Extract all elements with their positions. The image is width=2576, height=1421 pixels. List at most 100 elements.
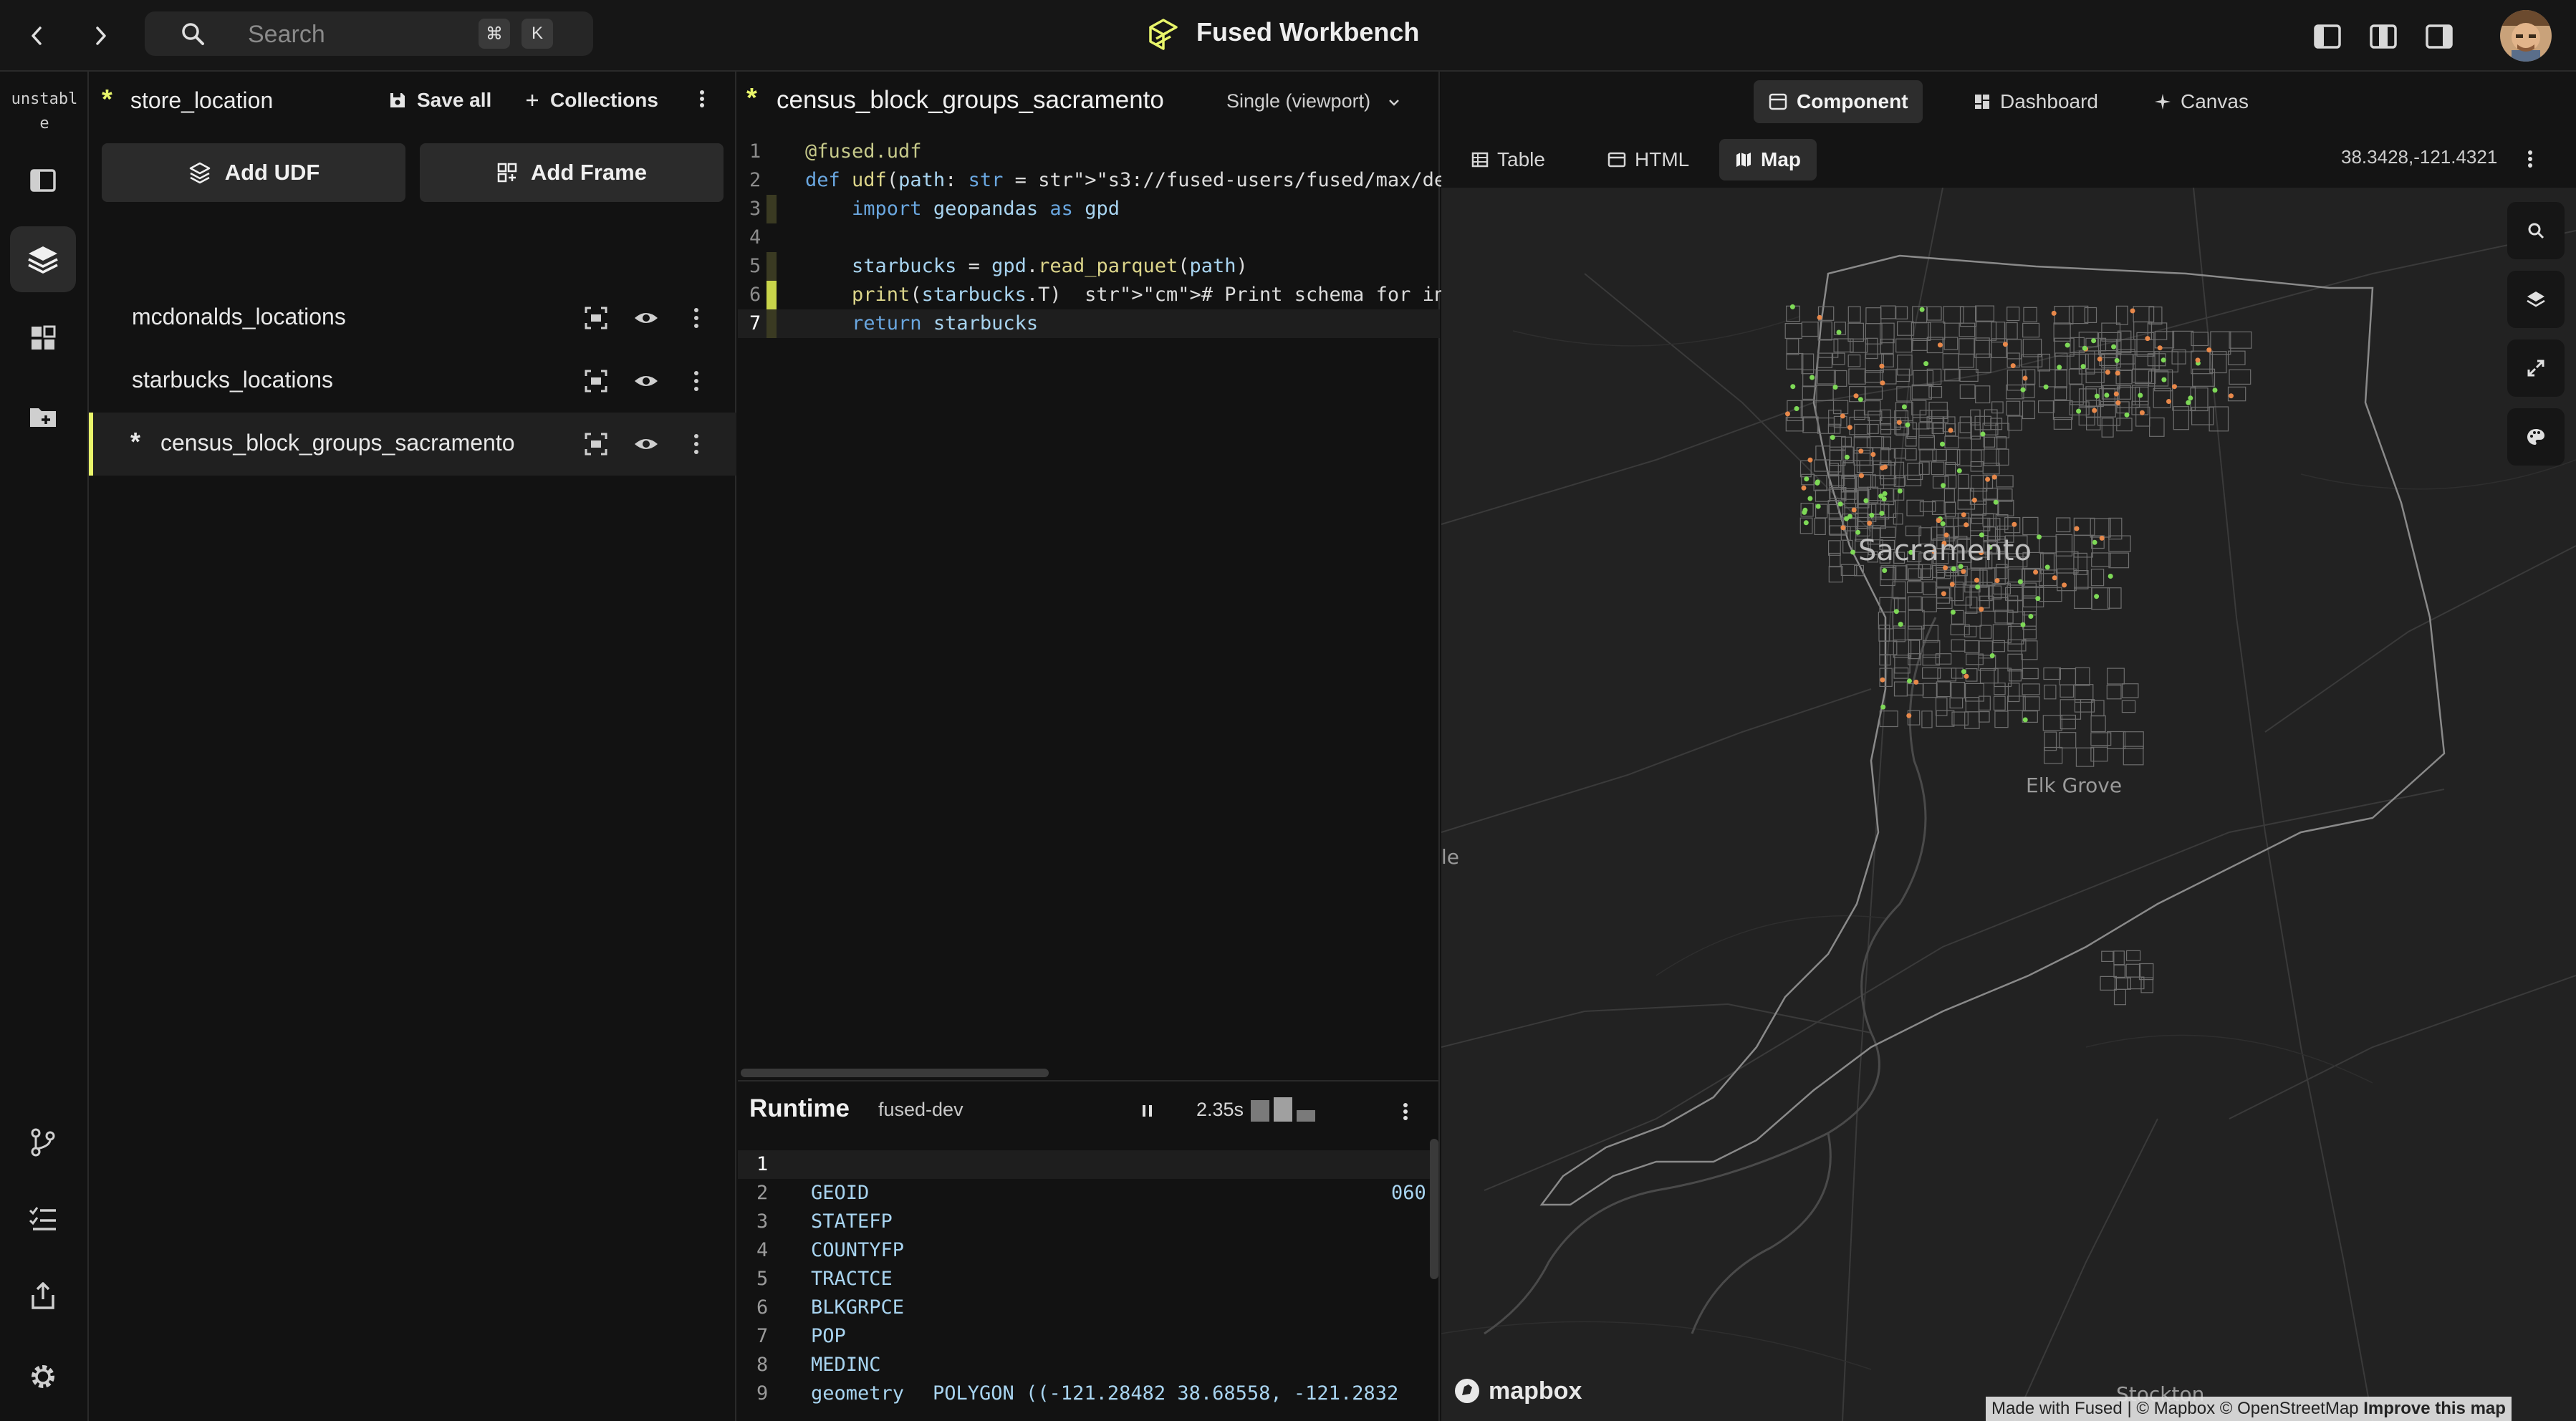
store-point[interactable] [2012, 521, 2017, 527]
tab-canvas[interactable]: Canvas [2139, 80, 2263, 123]
store-point[interactable] [2145, 336, 2150, 342]
store-point[interactable] [2020, 622, 2026, 627]
store-point[interactable] [1961, 669, 1966, 675]
store-point[interactable] [1840, 525, 1846, 531]
more-vertical-icon[interactable] [1401, 1102, 1410, 1122]
store-point[interactable] [1964, 522, 1969, 528]
store-point[interactable] [2057, 365, 2062, 370]
store-point[interactable] [2043, 384, 2049, 390]
store-point[interactable] [2111, 344, 2117, 350]
rail-share-button[interactable] [10, 1263, 76, 1329]
store-point[interactable] [1810, 375, 1815, 380]
store-point[interactable] [1801, 485, 1807, 491]
store-point[interactable] [1815, 504, 1821, 509]
store-point[interactable] [1858, 448, 1864, 454]
store-point[interactable] [1847, 425, 1852, 430]
store-point[interactable] [2166, 399, 2171, 404]
toggle-center-panel-button[interactable] [2367, 20, 2400, 53]
store-point[interactable] [1964, 673, 1969, 679]
store-point[interactable] [1844, 454, 1850, 460]
store-point[interactable] [1790, 384, 1796, 390]
toggle-right-panel-button[interactable] [2423, 20, 2456, 53]
code-line[interactable]: 1 @fused.udf [738, 138, 1440, 166]
store-point[interactable] [1830, 435, 1835, 440]
store-point[interactable] [2115, 370, 2120, 376]
store-point[interactable] [1880, 465, 1885, 471]
rail-code-editor-button[interactable] [10, 148, 76, 213]
store-point[interactable] [1851, 507, 1857, 513]
store-point[interactable] [1807, 457, 1813, 463]
store-point[interactable] [2105, 370, 2110, 375]
store-point[interactable] [1815, 480, 1820, 486]
store-point[interactable] [1867, 520, 1873, 526]
store-point[interactable] [1941, 483, 1946, 488]
store-point[interactable] [2082, 345, 2087, 351]
store-point[interactable] [1941, 591, 1946, 597]
store-point[interactable] [1923, 361, 1929, 367]
store-point[interactable] [1907, 678, 1912, 684]
store-point[interactable] [2188, 395, 2193, 401]
store-point[interactable] [2028, 614, 2034, 619]
collection-name[interactable]: store_location [130, 87, 273, 114]
store-point[interactable] [2172, 384, 2177, 390]
store-point[interactable] [2037, 534, 2042, 540]
output-scrollbar[interactable] [1430, 1139, 1438, 1279]
attribution-improve[interactable]: Improve this map [2363, 1399, 2506, 1418]
back-button[interactable] [17, 16, 57, 56]
code-line[interactable]: 2 def udf(path: str = str">"s3://fused-us… [738, 166, 1469, 195]
store-point[interactable] [2080, 364, 2086, 370]
tab-dashboard[interactable]: Dashboard [1959, 80, 2113, 123]
more-vertical-icon[interactable] [683, 368, 709, 394]
store-point[interactable] [2130, 308, 2135, 314]
toggle-left-panel-button[interactable] [2311, 20, 2344, 53]
store-point[interactable] [1863, 498, 1869, 504]
store-point[interactable] [1937, 342, 1943, 348]
store-point[interactable] [1949, 582, 1955, 587]
store-point[interactable] [2033, 569, 2039, 575]
tab-map[interactable]: Map [1719, 139, 1817, 180]
store-point[interactable] [1975, 584, 1981, 589]
store-point[interactable] [2017, 579, 2023, 584]
store-point[interactable] [1950, 610, 1956, 615]
store-point[interactable] [1880, 380, 1885, 386]
eye-icon[interactable] [633, 305, 659, 331]
store-point[interactable] [1961, 569, 1966, 574]
map-search-button[interactable] [2507, 202, 2565, 259]
store-point[interactable] [2097, 356, 2102, 362]
store-point[interactable] [2044, 564, 2050, 570]
store-point[interactable] [2035, 596, 2041, 602]
store-point[interactable] [1893, 609, 1899, 615]
store-point[interactable] [2139, 410, 2145, 415]
rail-settings-button[interactable] [10, 1344, 76, 1410]
store-point[interactable] [2062, 582, 2067, 588]
store-point[interactable] [1804, 476, 1810, 482]
runtime-environment[interactable]: fused-dev [878, 1099, 963, 1121]
focus-icon[interactable] [583, 431, 609, 457]
store-point[interactable] [1879, 511, 1885, 516]
store-point[interactable] [1807, 496, 1813, 501]
rail-file-explorer-button[interactable] [10, 384, 76, 450]
store-point[interactable] [1901, 404, 1907, 410]
tab-component[interactable]: Component [1754, 80, 1923, 123]
store-point[interactable] [1803, 520, 1809, 526]
store-point[interactable] [1991, 474, 1997, 480]
store-point[interactable] [1850, 549, 1855, 555]
store-point[interactable] [2229, 393, 2234, 399]
code-line[interactable]: 7 return starbucks [738, 309, 1440, 338]
editor-horizontal-scrollbar[interactable] [741, 1069, 1049, 1077]
store-point[interactable] [1974, 577, 1979, 583]
store-point[interactable] [2138, 392, 2143, 398]
more-vertical-icon[interactable] [683, 431, 709, 457]
store-point[interactable] [2091, 338, 2097, 344]
rail-jobs-button[interactable] [10, 1186, 76, 1252]
store-point[interactable] [2074, 526, 2080, 531]
store-point[interactable] [1980, 431, 1986, 437]
store-point[interactable] [2065, 342, 2070, 348]
store-point[interactable] [1785, 411, 1790, 417]
store-point[interactable] [1948, 428, 1953, 433]
store-point[interactable] [1979, 607, 1984, 612]
attribution-made-with[interactable]: Made with Fused [1991, 1399, 2123, 1418]
store-point[interactable] [2206, 347, 2212, 353]
store-point[interactable] [1971, 497, 1977, 503]
code-line[interactable]: 5 starbucks = gpd.read_parquet(path) [738, 252, 1440, 281]
